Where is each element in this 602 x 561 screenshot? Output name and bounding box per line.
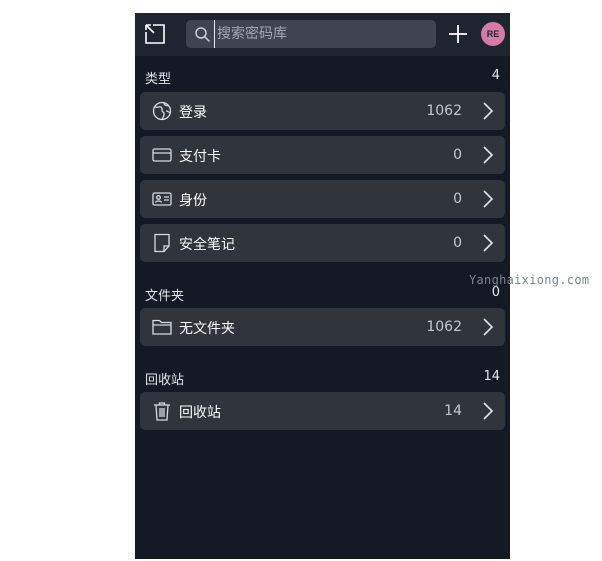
- search-box[interactable]: [186, 20, 436, 48]
- account-avatar[interactable]: RE: [481, 22, 505, 46]
- type-item-count: 0: [453, 191, 462, 207]
- section-trash-title: 回收站: [145, 373, 185, 388]
- section-folders-count: 0: [491, 285, 500, 300]
- top-bar: RE: [135, 13, 510, 56]
- search-input[interactable]: [214, 20, 429, 48]
- globe-icon: [152, 101, 172, 121]
- type-item-count: 0: [453, 235, 462, 251]
- type-item-label: 身份: [179, 193, 207, 209]
- folder-item-count: 1062: [426, 319, 462, 335]
- note-icon: [154, 233, 170, 253]
- trash-icon: [154, 402, 170, 421]
- add-item-icon[interactable]: [447, 23, 469, 45]
- folder-icon: [152, 319, 172, 335]
- search-icon: [195, 27, 211, 43]
- popout-icon[interactable]: [143, 22, 167, 46]
- chevron-right-icon: [483, 402, 494, 420]
- type-item-label: 支付卡: [179, 149, 221, 165]
- credit-card-icon: [152, 148, 172, 162]
- section-types-count: 4: [491, 68, 500, 83]
- section-folders-title: 文件夹: [145, 289, 185, 304]
- type-item-label: 登录: [179, 105, 207, 121]
- folder-item-label: 无文件夹: [179, 321, 235, 337]
- type-item-identity[interactable]: 身份 0: [140, 180, 505, 218]
- chevron-right-icon: [483, 146, 494, 164]
- trash-item-label: 回收站: [179, 405, 221, 421]
- section-types-header: 类型 4: [145, 68, 500, 87]
- trash-item[interactable]: 回收站 14: [140, 392, 505, 430]
- type-item-count: 0: [453, 147, 462, 163]
- chevron-right-icon: [483, 102, 494, 120]
- section-trash-count: 14: [483, 369, 500, 384]
- type-item-login[interactable]: 登录 1062: [140, 92, 505, 130]
- watermark-text: Yanghaixiong.com: [469, 273, 590, 287]
- section-folders-header: 文件夹 0: [145, 285, 500, 304]
- section-types-title: 类型: [145, 72, 172, 87]
- folder-item-no-folder[interactable]: 无文件夹 1062: [140, 308, 505, 346]
- trash-item-count: 14: [444, 403, 462, 419]
- type-item-card[interactable]: 支付卡 0: [140, 136, 505, 174]
- type-item-secure-note[interactable]: 安全笔记 0: [140, 224, 505, 262]
- section-trash-header: 回收站 14: [145, 369, 500, 388]
- chevron-right-icon: [483, 190, 494, 208]
- vault-popup: RE 类型 4 登录 1062 支付卡 0 身份 0: [135, 13, 510, 559]
- type-item-label: 安全笔记: [179, 237, 235, 253]
- chevron-right-icon: [483, 234, 494, 252]
- type-item-count: 1062: [426, 103, 462, 119]
- id-card-icon: [152, 192, 172, 206]
- chevron-right-icon: [483, 318, 494, 336]
